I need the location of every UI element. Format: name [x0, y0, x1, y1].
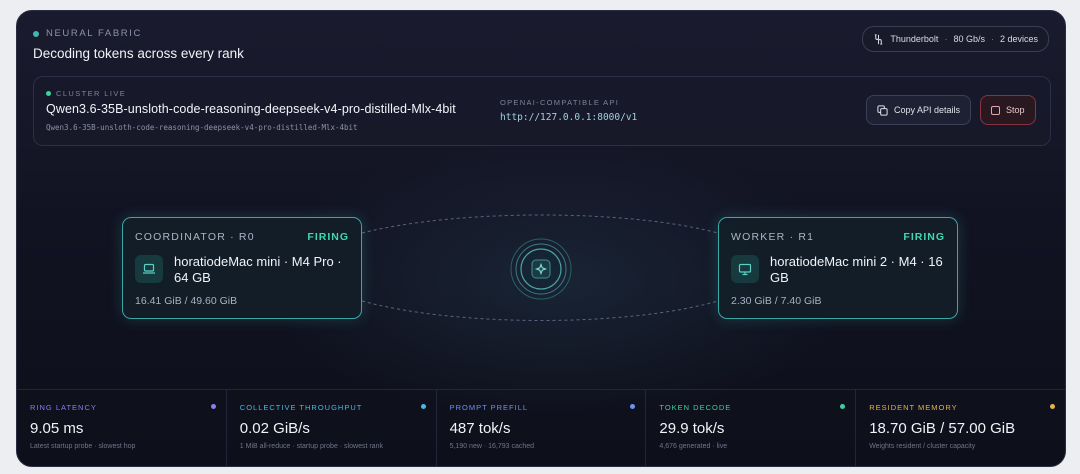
- stat-label: COLLECTIVE THROUGHPUT: [239, 403, 363, 412]
- stat-sub: Weights resident / cluster capacity: [869, 443, 976, 450]
- node-name: horatiodeMac mini 2 · M4 · 16 GB: [770, 254, 943, 285]
- stat-sub: 1 MiB all-reduce · startup probe · slowe…: [239, 443, 383, 450]
- stat-resident-memory: RESIDENT MEMORY 18.70 GiB / 57.00 GiB We…: [856, 390, 1065, 466]
- stat-label: RESIDENT MEMORY: [869, 403, 958, 412]
- neural-fabric-panel: NEURAL FABRIC Decoding tokens across eve…: [16, 10, 1066, 467]
- stat-value: 9.05 ms: [30, 420, 84, 437]
- monitor-icon: [731, 255, 759, 283]
- node-role: WORKER · R1: [731, 231, 815, 243]
- link-arc-bottom: [361, 300, 719, 321]
- stat-value: 18.70 GiB / 57.00 GiB: [869, 420, 1016, 437]
- node-memory: 16.41 GiB / 49.60 GiB: [135, 295, 238, 307]
- stat-dot: [1049, 404, 1055, 409]
- stat-dot: [420, 404, 426, 409]
- stat-label: RING LATENCY: [30, 403, 97, 412]
- stat-sub: Latest startup probe · slowest hop: [30, 443, 136, 450]
- stat-sub: 4,676 generated · live: [659, 443, 728, 450]
- stat-prompt-prefill: PROMPT PREFILL 487 tok/s 5,190 new · 16,…: [437, 390, 647, 466]
- link-arc-top: [361, 214, 719, 234]
- stat-value: 0.02 GiB/s: [239, 420, 310, 437]
- stat-label: PROMPT PREFILL: [449, 403, 529, 412]
- stat-value: 29.9 tok/s: [659, 420, 725, 437]
- worker-node[interactable]: WORKER · R1 FIRING horatiodeMac mini 2 ·…: [718, 217, 958, 319]
- metrics-bar: RING LATENCY 9.05 ms Latest startup prob…: [17, 389, 1065, 466]
- stat-token-decode: TOKEN DECODE 29.9 tok/s 4,676 generated …: [646, 390, 857, 466]
- stat-sub: 5,190 new · 16,793 cached: [449, 443, 535, 450]
- node-memory: 2.30 GiB / 7.40 GiB: [731, 295, 822, 307]
- node-status: FIRING: [903, 231, 945, 243]
- stat-label: TOKEN DECODE: [659, 403, 732, 412]
- node-role: COORDINATOR · R0: [135, 231, 255, 243]
- stat-value: 487 tok/s: [449, 420, 511, 437]
- stat-collective-throughput: COLLECTIVE THROUGHPUT 0.02 GiB/s 1 MiB a…: [227, 390, 437, 466]
- laptop-icon: [135, 255, 163, 283]
- node-status: FIRING: [307, 231, 349, 243]
- fabric-hub: [509, 237, 573, 301]
- coordinator-node[interactable]: COORDINATOR · R0 FIRING horatiodeMac min…: [122, 217, 362, 319]
- node-name: horatiodeMac mini · M4 Pro · 64 GB: [174, 254, 342, 285]
- stat-dot: [210, 404, 216, 409]
- stat-ring-latency: RING LATENCY 9.05 ms Latest startup prob…: [17, 390, 227, 466]
